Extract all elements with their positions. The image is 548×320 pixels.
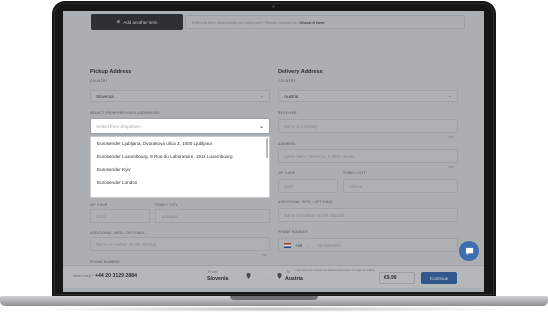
price-value: €9.99 (384, 275, 397, 281)
delivery-city-input[interactable]: Vienna (343, 179, 458, 193)
receiver-label: RECEIVER (278, 111, 297, 115)
info-link[interactable]: Check it here (299, 20, 324, 25)
pickup-zip-input[interactable]: 1000 (90, 209, 150, 223)
to-value: Austria (285, 276, 303, 282)
info-box: Different item dimensions per shipment? … (185, 15, 465, 29)
chevron-down-icon: ⌄ (259, 93, 264, 99)
chat-icon (465, 247, 473, 255)
chevron-down-icon: ⌄ (306, 242, 310, 248)
phone-placeholder: 2079460000 (317, 242, 341, 248)
footer-bar: Need help? +44 20 3129 2884 From Sloveni… (63, 265, 484, 288)
pickup-counter: 0/35 (261, 253, 267, 257)
laptop-shadow (30, 306, 518, 312)
from-value: Slovenia (207, 276, 229, 282)
add-item-button[interactable]: ⊕ Add another item (91, 14, 183, 30)
address-input[interactable]: Street name, street no. & other details (278, 149, 458, 163)
menu-option[interactable]: Eurosender Kyiv (91, 163, 269, 176)
delivery-additional-placeholder: Name or number on the doorbell (284, 212, 345, 218)
pickup-phone-label: PHONE NUMBER (90, 260, 120, 264)
need-help-text: Need help? (73, 273, 94, 278)
address-placeholder: Street name, street no. & other details (284, 153, 355, 159)
footer-notice: If the shipment exceeds the declared dim… (295, 269, 375, 272)
to-label: To (286, 269, 291, 274)
delivery-city-label: TOWN / CITY (343, 171, 366, 175)
pickup-country-label: COUNTRY (90, 79, 108, 83)
location-pin-icon (277, 273, 282, 279)
continue-button[interactable]: Continue (421, 272, 457, 284)
receiver-input[interactable]: Name & company (278, 119, 458, 133)
chevron-down-icon: ⌄ (258, 123, 264, 130)
pickup-country-value: Slovenia (96, 93, 114, 99)
pickup-zip-label: ZIP CODE (90, 203, 108, 207)
pickup-additional-input[interactable]: Name or number on the doorbell (90, 237, 270, 251)
pickup-country-select[interactable]: Slovenia ⌄ (90, 90, 270, 102)
delivery-additional-input[interactable]: Name or number on the doorbell (278, 208, 458, 222)
chevron-down-icon: ⌄ (447, 93, 452, 99)
pickup-additional-placeholder: Name or number on the doorbell (96, 241, 157, 247)
menu-scrollbar[interactable] (266, 138, 268, 158)
delivery-country-label: COUNTRY (278, 79, 296, 83)
pickup-city-label: TOWN / CITY (155, 203, 178, 207)
receiver-placeholder: Name & company (284, 123, 318, 129)
menu-option[interactable]: Eurosender London (91, 176, 269, 189)
previous-addresses-placeholder: Select from dropdown (96, 123, 141, 129)
delivery-zip-placeholder: 1020 (284, 183, 294, 189)
pickup-title: Pickup Address (90, 69, 132, 75)
support-phone[interactable]: +44 20 3129 2884 (95, 273, 137, 279)
delivery-zip-label: ZIP CODE (278, 171, 296, 175)
delivery-country-select[interactable]: Austria ⌄ (278, 90, 458, 102)
info-text: Different item dimensions per shipment? … (192, 19, 298, 25)
pickup-additional-label: ADDITIONAL INFO - OPTIONAL (90, 231, 146, 235)
camera-dot (272, 5, 275, 8)
from-label: From (208, 269, 218, 274)
delivery-country-value: Austria (284, 93, 299, 99)
delivery-phone-label: PHONE NUMBER (278, 230, 308, 234)
uk-flag-icon (284, 242, 291, 248)
previous-addresses-menu: Eurosender Ljubljana, Dvorakova ulica 3,… (90, 136, 270, 198)
menu-option[interactable]: Eurosender Ljubljana, Dvorakova ulica 3,… (91, 137, 269, 150)
delivery-phone-input[interactable]: +44 ⌄ 2079460000 (278, 238, 458, 252)
menu-option[interactable]: Eurosender Luxembourg, 9 Rue du Laborato… (91, 150, 269, 163)
price-box: €9.99 (379, 272, 415, 284)
pickup-city-input[interactable]: Ljubljana (155, 209, 270, 223)
add-item-label: Add another item (123, 19, 158, 25)
previous-addresses-label: SELECT FROM PREVIOUS ADDRESSES (90, 111, 160, 115)
address-label: ADDRESS (278, 142, 296, 146)
continue-label: Continue (429, 275, 449, 281)
plus-icon: ⊕ (116, 19, 121, 24)
address-counter: 0/35 (448, 165, 454, 169)
location-pin-icon (246, 273, 251, 279)
receiver-counter: 0/35 (448, 135, 454, 139)
pickup-zip-value: 1000 (96, 213, 106, 219)
laptop-notch (230, 296, 318, 300)
route-separator: - - - - (259, 275, 268, 280)
delivery-title: Delivery Address (278, 69, 323, 75)
chat-button[interactable] (459, 241, 479, 261)
screen: ⊕ Add another item Different item dimens… (63, 11, 484, 292)
phone-code: +44 (295, 242, 303, 248)
pickup-city-value: Ljubljana (161, 213, 178, 219)
delivery-city-placeholder: Vienna (349, 183, 362, 189)
previous-addresses-select[interactable]: Select from dropdown ⌄ (90, 118, 270, 134)
delivery-additional-label: ADDITIONAL INFO - OPTIONAL (278, 200, 334, 204)
delivery-zip-input[interactable]: 1020 (278, 179, 338, 193)
